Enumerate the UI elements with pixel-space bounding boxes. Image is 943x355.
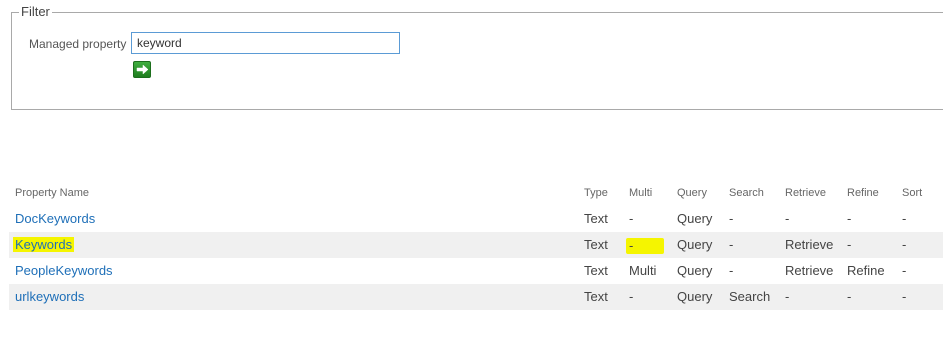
header-refine[interactable]: Refine xyxy=(847,180,879,206)
cell-type: Text xyxy=(584,211,608,226)
cell-multi: - xyxy=(629,211,634,226)
cell-search: - xyxy=(729,237,734,252)
table-row: DocKeywords Text - Query - - - - xyxy=(9,206,943,232)
header-search[interactable]: Search xyxy=(729,180,764,206)
property-link[interactable]: urlkeywords xyxy=(15,289,84,304)
cell-search: - xyxy=(729,263,734,278)
filter-legend: Filter xyxy=(19,4,52,19)
cell-query: Query xyxy=(677,289,713,304)
cell-query: Query xyxy=(677,211,713,226)
cell-multi: - xyxy=(629,289,634,304)
go-button[interactable] xyxy=(133,61,151,78)
header-sort[interactable]: Sort xyxy=(902,180,922,206)
cell-refine: - xyxy=(847,237,852,252)
cell-search: - xyxy=(729,211,734,226)
managed-properties-table: Property Name Type Multi Query Search Re… xyxy=(9,180,943,310)
header-type[interactable]: Type xyxy=(584,180,608,206)
header-property-name[interactable]: Property Name xyxy=(15,180,89,206)
cell-sort: - xyxy=(902,263,907,278)
cell-multi: - xyxy=(626,232,664,258)
cell-type: Text xyxy=(584,237,608,252)
managed-property-label: Managed property xyxy=(29,37,127,51)
cell-refine: - xyxy=(847,289,852,304)
table-row: urlkeywords Text - Query Search - - - xyxy=(9,284,943,310)
cell-sort: - xyxy=(902,237,907,252)
cell-sort: - xyxy=(902,211,907,226)
cell-type: Text xyxy=(584,289,608,304)
cell-type: Text xyxy=(584,263,608,278)
cell-search: Search xyxy=(729,289,771,304)
cell-query: Query xyxy=(677,263,713,278)
table-header-row: Property Name Type Multi Query Search Re… xyxy=(9,180,943,206)
property-link[interactable]: Keywords xyxy=(13,237,75,252)
cell-retrieve: Retrieve xyxy=(785,237,834,252)
filter-fieldset xyxy=(11,12,943,110)
cell-multi: Multi xyxy=(629,263,657,278)
table-row: Keywords Text - Query - Retrieve - - xyxy=(9,232,943,258)
cell-refine: - xyxy=(847,211,852,226)
header-multi[interactable]: Multi xyxy=(629,180,652,206)
property-link[interactable]: DocKeywords xyxy=(15,211,95,226)
property-link[interactable]: PeopleKeywords xyxy=(15,263,113,278)
cell-multi-highlight: - xyxy=(626,237,664,254)
managed-property-input[interactable] xyxy=(131,32,400,54)
cell-retrieve: - xyxy=(785,289,790,304)
cell-sort: - xyxy=(902,289,907,304)
cell-query: Query xyxy=(677,237,713,252)
arrow-right-icon xyxy=(136,64,149,75)
cell-retrieve: - xyxy=(785,211,790,226)
header-retrieve[interactable]: Retrieve xyxy=(785,180,826,206)
header-query[interactable]: Query xyxy=(677,180,707,206)
cell-refine: Refine xyxy=(847,263,885,278)
cell-retrieve: Retrieve xyxy=(785,263,834,278)
table-row: PeopleKeywords Text Multi Query - Retrie… xyxy=(9,258,943,284)
